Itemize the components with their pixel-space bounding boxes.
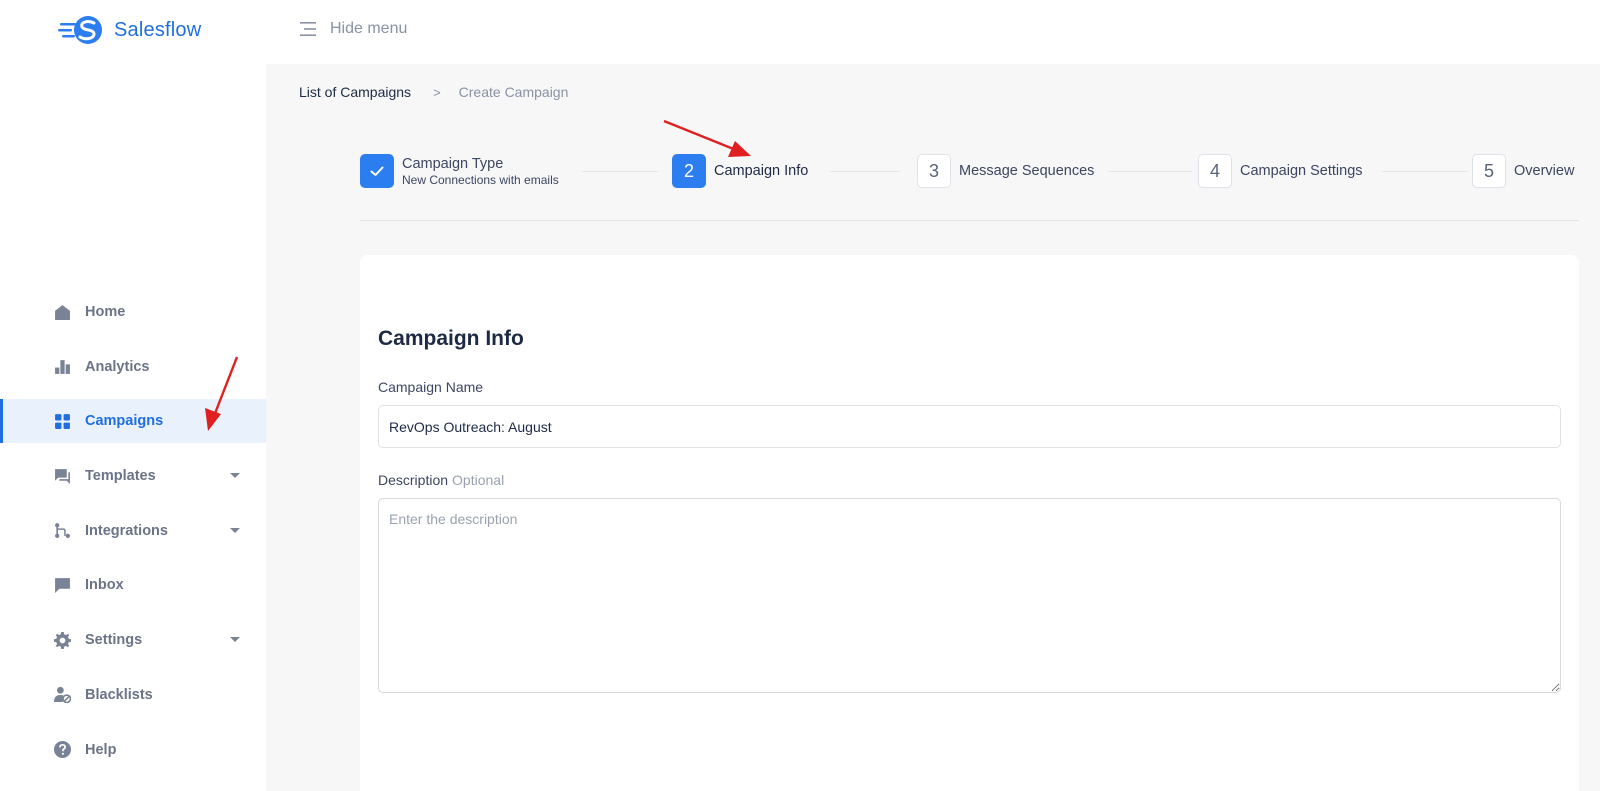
description-textarea[interactable] <box>378 498 1561 693</box>
sidebar-nav: Home Analytics Campaigns Templates Integ… <box>0 290 266 782</box>
sidebar: Salesflow Home Analytics Campaigns Templ… <box>0 0 266 791</box>
step-campaign-type[interactable]: Campaign Type New Connections with email… <box>360 154 559 188</box>
breadcrumb-current: Create Campaign <box>458 84 569 100</box>
step-number: 4 <box>1198 154 1232 188</box>
campaign-info-card: Campaign Info Campaign Name DescriptionO… <box>360 255 1579 791</box>
annotation-arrow-stepper <box>663 119 751 157</box>
menu-icon <box>300 22 316 36</box>
sidebar-item-analytics[interactable]: Analytics <box>0 345 266 389</box>
breadcrumb-list-of-campaigns[interactable]: List of Campaigns <box>299 84 411 100</box>
description-label-text: Description <box>378 472 449 488</box>
step-connector <box>1382 171 1468 172</box>
step-number: 3 <box>917 154 951 188</box>
sidebar-item-label: Inbox <box>85 577 124 594</box>
home-icon <box>54 304 71 321</box>
gear-icon <box>54 631 71 649</box>
chevron-down-icon[interactable] <box>230 527 240 533</box>
description-label: Description Optional <box>378 472 504 488</box>
sidebar-item-label: Templates <box>85 468 156 485</box>
chat-icon <box>54 468 71 485</box>
hide-menu-button[interactable]: Hide menu <box>300 20 407 38</box>
step-subtitle: New Connections with emails <box>402 172 559 187</box>
step-title: Campaign Type <box>402 155 504 172</box>
stepper-divider <box>360 220 1579 221</box>
step-connector <box>830 171 900 172</box>
salesflow-logo-icon <box>58 16 102 44</box>
brand-logo[interactable]: Salesflow <box>58 14 201 46</box>
campaign-stepper: Campaign Type New Connections with email… <box>360 154 1580 190</box>
step-overview[interactable]: 5 Overview <box>1472 154 1574 188</box>
optional-tag: Optional <box>452 472 505 488</box>
sidebar-item-label: Blacklists <box>85 686 153 703</box>
help-icon <box>54 741 71 758</box>
breadcrumb-separator: > <box>433 84 441 100</box>
step-connector <box>1108 171 1192 172</box>
sidebar-item-inbox[interactable]: Inbox <box>0 563 266 607</box>
step-connector <box>582 171 658 172</box>
check-icon <box>360 154 394 188</box>
sidebar-item-blacklists[interactable]: Blacklists <box>0 673 266 717</box>
sidebar-item-campaigns[interactable]: Campaigns <box>0 399 266 444</box>
step-number: 5 <box>1472 154 1506 188</box>
grid-icon <box>54 413 71 430</box>
sidebar-item-label: Home <box>85 304 126 320</box>
breadcrumb: List of Campaigns > Create Campaign <box>299 84 568 100</box>
sidebar-item-integrations[interactable]: Integrations <box>0 509 266 553</box>
step-title: Overview <box>1514 163 1575 179</box>
branch-icon <box>54 522 71 539</box>
bar-chart-icon <box>54 358 71 375</box>
sidebar-item-settings[interactable]: Settings <box>0 618 266 662</box>
sidebar-item-label: Campaigns <box>85 413 164 430</box>
top-bar: Hide menu <box>266 0 1600 64</box>
step-number: 2 <box>672 154 706 188</box>
sidebar-item-label: Settings <box>85 632 143 649</box>
sidebar-item-label: Integrations <box>85 522 168 539</box>
message-icon <box>54 577 71 594</box>
chevron-down-icon[interactable] <box>230 473 240 479</box>
sidebar-item-templates[interactable]: Templates <box>0 454 266 498</box>
step-message-sequences[interactable]: 3 Message Sequences <box>917 154 1094 188</box>
sidebar-item-home[interactable]: Home <box>0 290 266 334</box>
page-title: Campaign Info <box>378 327 524 350</box>
step-title: Campaign Info <box>714 163 809 179</box>
campaign-name-label: Campaign Name <box>378 379 484 395</box>
chevron-down-icon[interactable] <box>230 637 240 643</box>
step-campaign-info[interactable]: 2 Campaign Info <box>672 154 808 188</box>
sidebar-item-help[interactable]: Help <box>0 728 266 772</box>
brand-name: Salesflow <box>114 18 202 41</box>
step-campaign-settings[interactable]: 4 Campaign Settings <box>1198 154 1363 188</box>
user-blocked-icon <box>54 686 71 704</box>
hide-menu-label: Hide menu <box>330 20 408 37</box>
step-title: Campaign Settings <box>1240 163 1363 179</box>
sidebar-item-label: Analytics <box>85 358 150 375</box>
campaign-name-input[interactable] <box>378 405 1561 448</box>
step-title: Message Sequences <box>959 163 1095 179</box>
sidebar-item-label: Help <box>85 741 117 758</box>
